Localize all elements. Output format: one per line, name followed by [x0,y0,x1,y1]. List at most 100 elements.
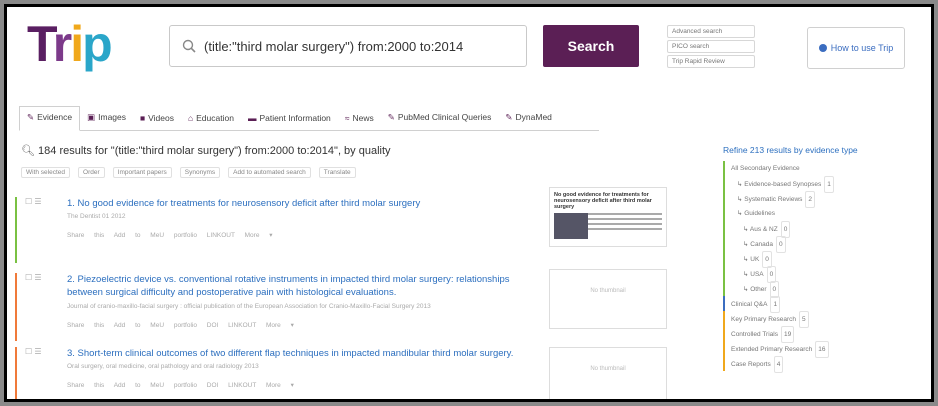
pencil-icon: ✎ [387,112,395,122]
result-source: Oral surgery, oral medicine, oral pathol… [67,363,259,370]
primary-research-group: Key Primary Research 5 Controlled Trials 1… [723,311,923,373]
filter-case-reports[interactable]: Case Reports 4 [731,356,923,373]
tab-evidence[interactable]: ✎ Evidence [19,106,81,131]
result-item: ☐ ☰ 2. Piezoelectric device vs. conventi… [15,273,545,341]
result-title-link[interactable]: 3. Short-term clinical outcomes of two d… [67,347,547,360]
select-checkbox[interactable]: ☐ ☰ [25,197,42,206]
filter-guidelines[interactable]: ↳ Guidelines [731,206,923,221]
screenshot-frame: Trip (title:"third molar surgery") from:… [4,4,934,402]
filter-other[interactable]: ↳ Other 0 [731,281,923,298]
filter-extended-primary-research[interactable]: Extended Primary Research 16 [731,341,923,358]
result-title-link[interactable]: 1. No good evidence for treatments for n… [67,197,547,210]
tab-label: Patient Information [259,113,331,123]
tab-label: Education [196,113,234,123]
image-icon: ▣ [87,112,96,122]
filter-canada[interactable]: ↳ Canada 0 [731,236,923,253]
advanced-search-link[interactable]: Advanced search [667,25,755,38]
how-to-use-button[interactable]: How to use Trip [807,27,905,69]
filter-synopses[interactable]: ↳ Evidence-based Synopses 1 [731,176,923,193]
logo-letter-i: i [70,16,84,72]
filter-usa[interactable]: ↳ USA 0 [731,266,923,283]
search-input[interactable]: (title:"third molar surgery") from:2000 … [169,25,527,67]
synonyms-toggle[interactable]: Synonyms [179,167,221,178]
trip-logo[interactable]: Trip [27,16,113,72]
secondary-evidence-group: All Secondary Evidence ↳ Evidence-based … [723,161,923,298]
result-source: Journal of cranio-maxillo-facial surgery… [67,303,431,310]
order-dropdown[interactable]: Order [78,167,105,178]
pico-search-link[interactable]: PICO search [667,40,755,53]
with-selected-dropdown[interactable]: With selected [21,167,71,178]
tab-dynamed[interactable]: ✎ DynaMed [498,112,559,130]
results-toolbar: With selected Order Important papers Syn… [21,167,356,178]
search-button[interactable]: Search [543,25,639,67]
pencil-icon: ✎ [505,112,513,122]
select-checkbox[interactable]: ☐ ☰ [25,273,42,282]
tab-label: Videos [148,113,174,123]
tab-label: Images [98,112,126,122]
result-source: The Dentist 01 2012 [67,213,126,220]
search-icon: 🔍︎ [21,145,35,157]
filter-label: Controlled Trials [731,331,778,338]
how-to-label: How to use Trip [830,43,894,53]
result-thumbnail-placeholder[interactable]: No thumbnail [549,347,667,399]
filter-label: ↳ Aus & NZ [743,226,778,233]
search-options: Advanced search PICO search Trip Rapid R… [667,25,755,70]
content-tabs: ✎ Evidence ▣ Images ■ Videos ⌂ Education ▬ Pa… [19,105,599,131]
filter-clinical-qa[interactable]: Clinical Q&A 1 [731,296,923,313]
filter-label: ↳ USA [743,271,764,278]
tab-label: PubMed Clinical Queries [397,112,492,122]
result-actions[interactable]: Share this Add to MeU portfolio DOI LINK… [67,321,294,329]
refine-heading: Refine 213 results by evidence type [723,145,858,155]
result-item: ☐ ☰ 3. Short-term clinical outcomes of t… [15,347,545,399]
tab-news[interactable]: ≈ News [338,113,381,130]
filter-systematic-reviews[interactable]: ↳ Systematic Reviews 2 [731,191,923,208]
trip-page: Trip (title:"third molar surgery") from:… [7,7,931,399]
filter-label: Extended Primary Research [731,346,813,353]
important-papers-toggle[interactable]: Important papers [112,167,172,178]
rapid-review-link[interactable]: Trip Rapid Review [667,55,755,68]
tab-pubmed-clinical-queries[interactable]: ✎ PubMed Clinical Queries [381,112,499,130]
rss-icon: ≈ [344,113,350,123]
patient-icon: ▬ [247,113,257,123]
video-icon: ■ [140,113,146,123]
result-title-link[interactable]: 2. Piezoelectric device vs. conventional… [67,273,547,299]
filter-label: ↳ Guidelines [737,210,775,217]
tab-patient-information[interactable]: ▬ Patient Information [241,113,338,130]
result-thumbnail-placeholder[interactable]: No thumbnail [549,269,667,329]
thumbnail-image [554,213,588,239]
tab-label: DynaMed [515,112,552,122]
logo-letter-p: p [82,16,113,72]
tab-images[interactable]: ▣ Images [80,112,133,130]
filter-label: ↳ Systematic Reviews [737,196,803,203]
add-automated-search-button[interactable]: Add to automated search [228,167,311,178]
logo-letter-t: T [27,16,55,72]
tab-education[interactable]: ⌂ Education [181,113,241,130]
refine-panel: Refine 213 results by evidence type All … [723,145,923,373]
select-checkbox[interactable]: ☐ ☰ [25,347,42,356]
filter-label: ↳ Canada [743,241,774,248]
info-icon [818,44,827,52]
result-item: ☐ ☰ 1. No good evidence for treatments f… [15,197,545,263]
filter-label: All Secondary Evidence [731,165,800,172]
search-icon [182,39,196,53]
logo-letter-r: r [52,16,73,72]
tab-videos[interactable]: ■ Videos [133,113,181,130]
tab-label: News [352,113,374,123]
filter-label: Case Reports [731,361,771,368]
filter-controlled-trials[interactable]: Controlled Trials 19 [731,326,923,343]
filter-all-secondary[interactable]: All Secondary Evidence [731,161,923,176]
filter-uk[interactable]: ↳ UK 0 [731,251,923,268]
result-actions[interactable]: Share this Add to MeU portfolio DOI LINK… [67,381,294,389]
result-thumbnail[interactable]: No good evidence for treatments for neur… [549,187,667,247]
filter-label: ↳ Other [743,286,767,293]
translate-dropdown[interactable]: Translate [318,167,356,178]
filter-key-primary-research[interactable]: Key Primary Research 5 [731,311,923,328]
filter-count: 16 [815,341,829,358]
thumbnail-title: No good evidence for treatments for neur… [554,192,652,210]
result-actions[interactable]: Share this Add to MeU portfolio LINKOUT … [67,231,273,239]
filter-aus-nz[interactable]: ↳ Aus & NZ 0 [731,221,923,238]
clinical-qa-group: Clinical Q&A 1 [723,296,923,313]
filter-count: 0 [776,236,786,253]
filter-label: ↳ UK [743,256,760,263]
search-query-text: (title:"third molar surgery") from:2000 … [204,38,464,54]
